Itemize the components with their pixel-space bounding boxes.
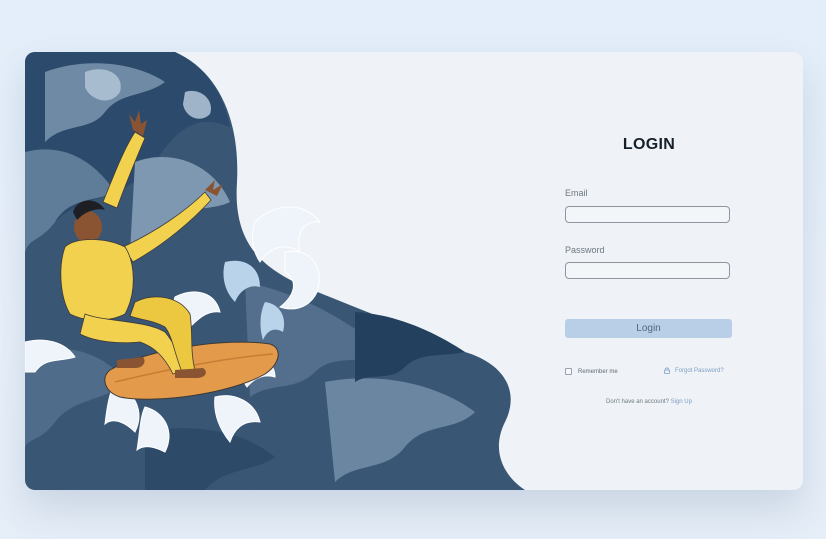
signup-prompt: Don't have an account? [606, 399, 669, 405]
signup-link[interactable]: Sign Up [671, 399, 692, 405]
page-background: LOGIN Email Password Login Remember me F… [0, 0, 826, 539]
page-title: LOGIN [622, 136, 676, 153]
email-label: Email [565, 188, 588, 198]
remember-me[interactable]: Remember me [565, 368, 618, 375]
signup-line: Don't have an account? Sign Up [565, 399, 733, 405]
lock-icon [664, 367, 670, 374]
forgot-password-label: Forgot Password? [675, 367, 724, 374]
remember-label: Remember me [578, 368, 618, 375]
remember-checkbox[interactable] [565, 368, 572, 375]
login-card: LOGIN Email Password Login Remember me F… [25, 52, 803, 490]
login-form: LOGIN Email Password Login Remember me F… [565, 52, 733, 490]
email-field[interactable] [565, 206, 730, 223]
login-button[interactable]: Login [565, 319, 732, 338]
password-label: Password [565, 245, 605, 255]
forgot-password-link[interactable]: Forgot Password? [664, 367, 724, 374]
password-field[interactable] [565, 262, 730, 279]
